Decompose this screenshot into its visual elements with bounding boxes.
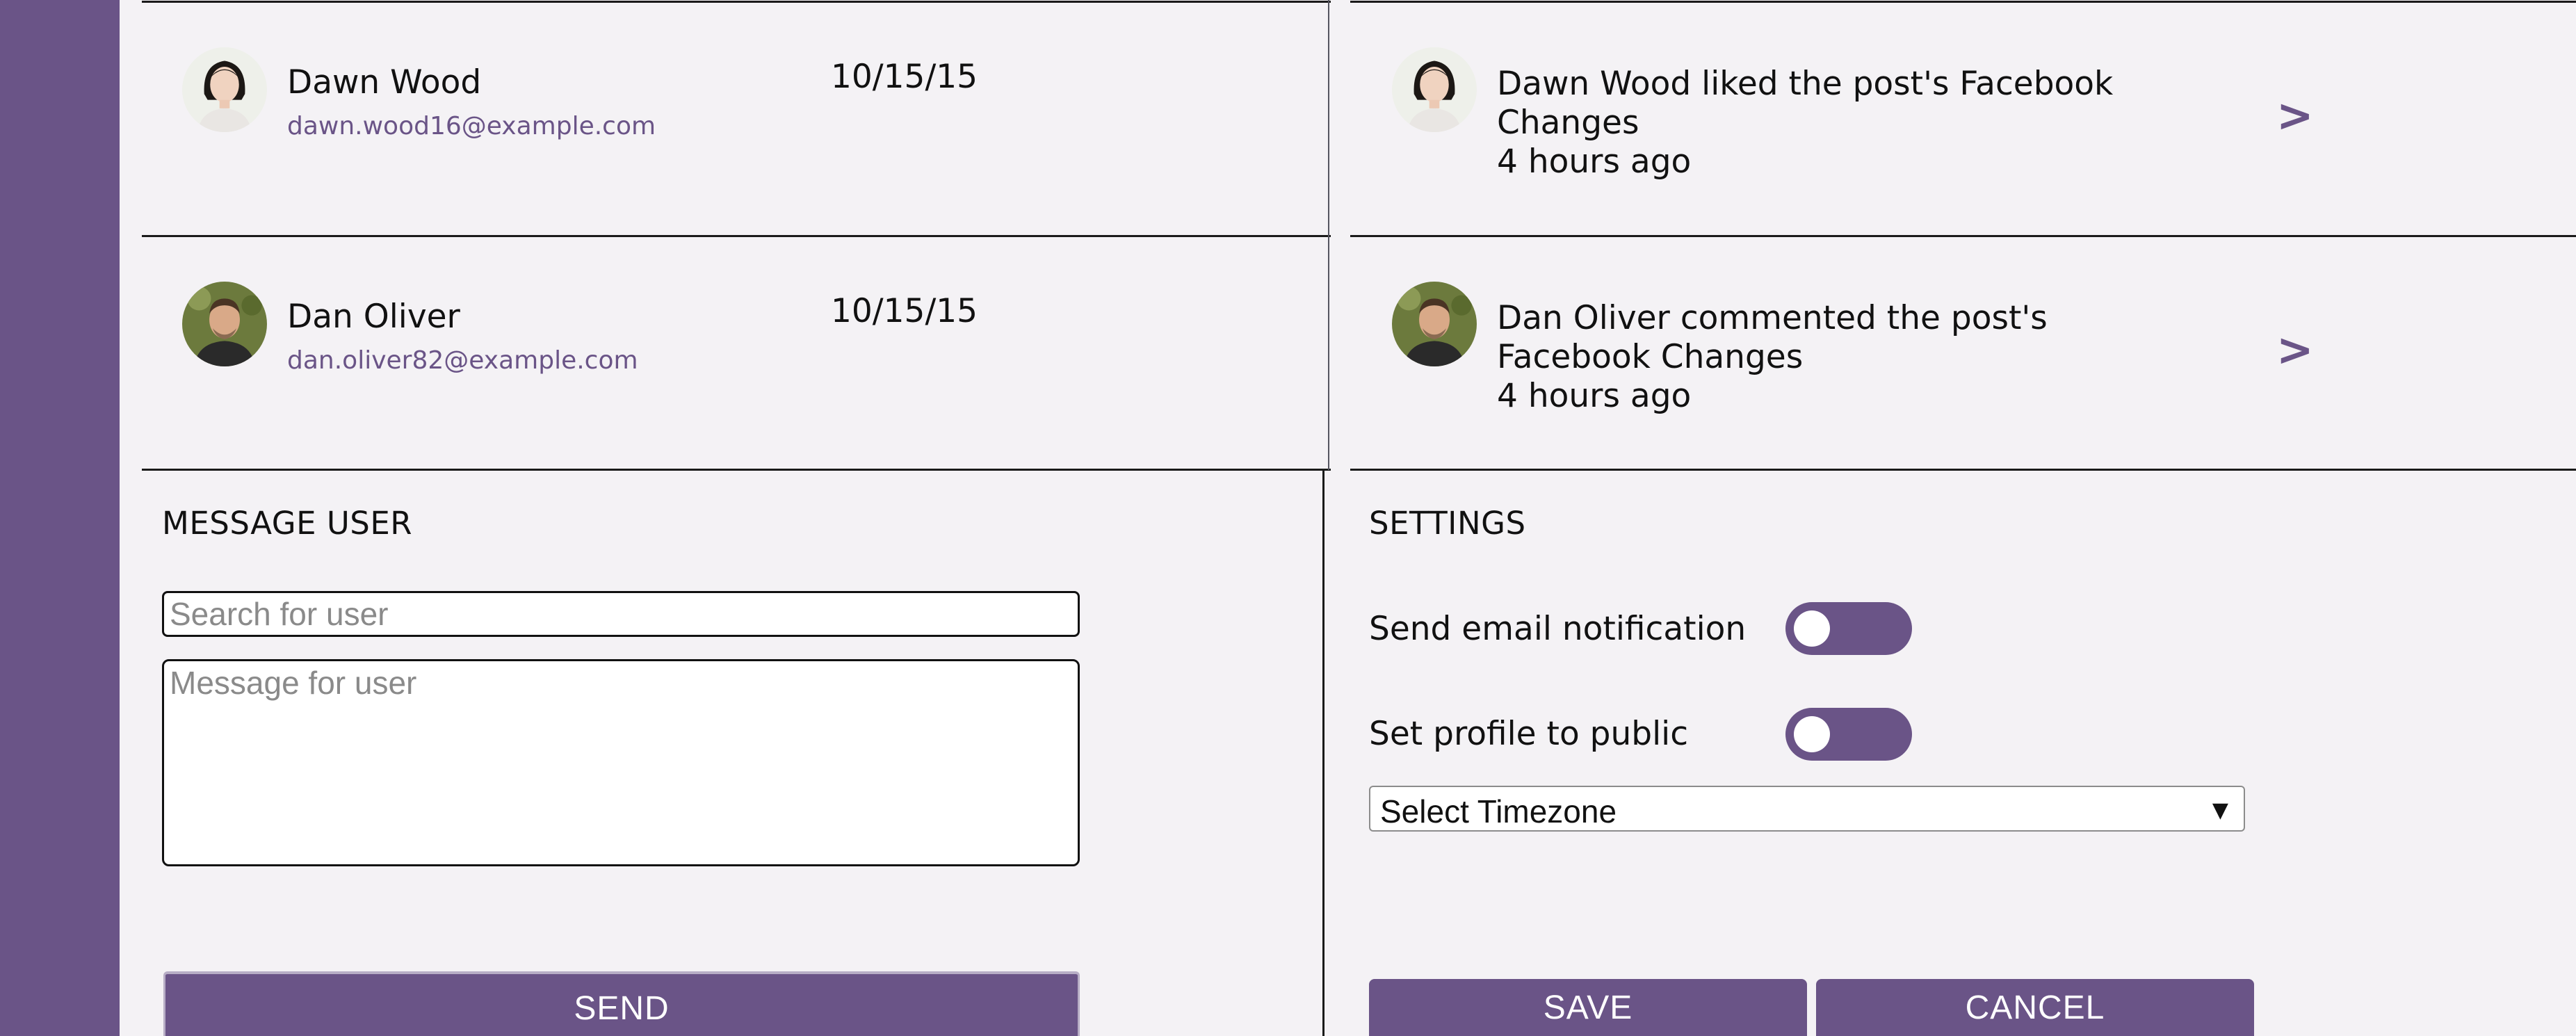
member-name: Dawn Wood xyxy=(287,63,482,102)
man-avatar-icon xyxy=(182,282,267,366)
chevron-right-icon[interactable]: > xyxy=(2276,328,2314,373)
search-user-input[interactable] xyxy=(162,591,1080,637)
man-avatar xyxy=(1392,282,1477,366)
woman-avatar-icon xyxy=(182,47,267,132)
toggle-knob xyxy=(1794,716,1830,752)
save-button[interactable]: SAVE xyxy=(1369,979,1807,1036)
member-date: 10/15/15 xyxy=(831,292,978,330)
member-row[interactable]: Dan Oliver dan.oliver82@example.com 10/1… xyxy=(142,236,1317,470)
activity-row[interactable]: Dawn Wood liked the post's Facebook Chan… xyxy=(1350,2,2576,236)
member-name: Dan Oliver xyxy=(287,298,460,336)
chevron-right-icon[interactable]: > xyxy=(2276,94,2314,138)
woman-avatar-icon xyxy=(1392,47,1477,132)
message-user-title: MESSAGE USER xyxy=(162,505,413,542)
woman-avatar xyxy=(1392,47,1477,132)
member-row[interactable]: Dawn Wood dawn.wood16@example.com 10/15/… xyxy=(142,2,1317,236)
toggle-knob xyxy=(1794,610,1830,647)
member-date: 10/15/15 xyxy=(831,58,978,96)
public-profile-toggle[interactable] xyxy=(1785,708,1912,761)
member-email[interactable]: dan.oliver82@example.com xyxy=(287,346,638,375)
sidebar xyxy=(0,0,120,1036)
man-avatar xyxy=(182,282,267,366)
timezone-selected-value: Select Timezone xyxy=(1380,793,1617,829)
divider xyxy=(1328,0,1329,470)
activity-row[interactable]: Dan Oliver commented the post's Facebook… xyxy=(1350,236,2576,470)
public-profile-label: Set profile to public xyxy=(1369,715,1689,753)
email-notification-label: Send email notification xyxy=(1369,610,1747,648)
send-button[interactable]: SEND xyxy=(163,971,1080,1036)
man-avatar-icon xyxy=(1392,282,1477,366)
dropdown-arrow-icon: ▼ xyxy=(2212,798,2228,823)
activity-time: 4 hours ago xyxy=(1497,377,1692,415)
member-email[interactable]: dawn.wood16@example.com xyxy=(287,112,656,140)
cancel-button[interactable]: CANCEL xyxy=(1816,979,2254,1036)
timezone-select[interactable]: Select Timezone ▼ xyxy=(1369,786,2245,832)
page: Dawn Wood dawn.wood16@example.com 10/15/… xyxy=(0,0,2576,1036)
settings-title: SETTINGS xyxy=(1369,505,1526,542)
activity-text: Dawn Wood liked the post's Facebook Chan… xyxy=(1497,65,2114,142)
message-input[interactable] xyxy=(162,659,1080,866)
activity-time: 4 hours ago xyxy=(1497,143,1692,181)
divider xyxy=(1322,470,1325,1036)
woman-avatar xyxy=(182,47,267,132)
email-notification-toggle[interactable] xyxy=(1785,602,1912,655)
activity-text: Dan Oliver commented the post's Facebook… xyxy=(1497,299,2048,376)
